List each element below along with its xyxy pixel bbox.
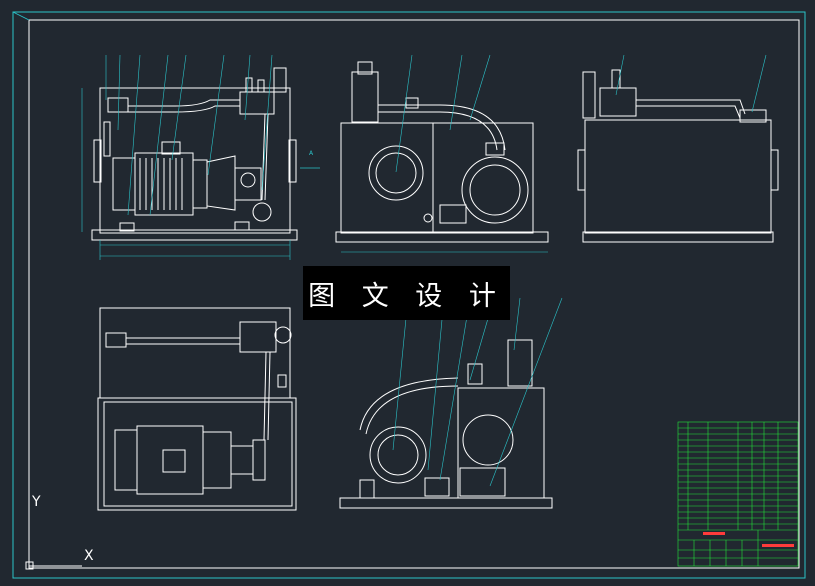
ucs-icon: [25, 510, 82, 570]
ucs-y-label: Y: [32, 494, 41, 510]
top-view: [97, 307, 297, 511]
side-view-leaders: [341, 54, 548, 253]
side-view: [335, 61, 549, 243]
rear-view: [577, 69, 779, 243]
side-view-2-leaders: [392, 297, 563, 487]
watermark-banner: 图 文 设 计: [303, 266, 510, 320]
title-marks: [703, 532, 794, 547]
view-marker-label: A: [309, 150, 314, 157]
side-view-2: [339, 339, 553, 509]
ucs-x-label: X: [84, 548, 94, 564]
frame-corner-line: [12, 11, 30, 21]
front-view-leaders: [105, 54, 273, 216]
rear-view-leaders: [615, 54, 767, 113]
front-view: [91, 67, 298, 241]
